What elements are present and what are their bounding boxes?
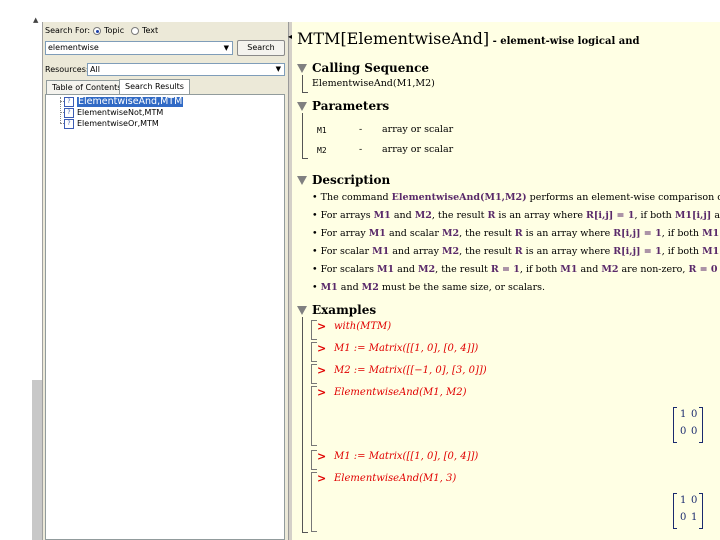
section-bracket	[302, 75, 308, 93]
calling-sequence: ElementwiseAnd(M1,M2)	[312, 78, 435, 89]
list-item[interactable]: ? ElementwiseAnd,MTM	[64, 97, 184, 107]
maple-input[interactable]: ElementwiseAnd(M1, 3)	[334, 473, 456, 484]
topic-radio[interactable]	[93, 27, 101, 35]
tab-table-of-contents[interactable]: Table of Contents	[46, 80, 128, 94]
maple-input[interactable]: ElementwiseAnd(M1, M2)	[334, 387, 467, 398]
resources-select[interactable]: All ▼	[87, 63, 285, 76]
collapse-triangle-icon[interactable]	[297, 176, 307, 185]
maple-prompt: >	[317, 342, 327, 355]
search-input[interactable]: elementwise ▼	[45, 41, 233, 55]
topic-radio-label[interactable]: Topic	[104, 26, 124, 35]
left-edge-strip: ▲	[0, 0, 42, 540]
tab-search-results[interactable]: Search Results	[119, 79, 190, 94]
list-item[interactable]: ? ElementwiseOr,MTM	[64, 119, 159, 129]
description-line: • For array M1 and scalar M2, the result…	[312, 228, 720, 239]
search-results-tree: ? ElementwiseAnd,MTM ? ElementwiseNot,MTM …	[45, 94, 285, 540]
param-dash: -	[359, 124, 363, 135]
maple-prompt: >	[317, 320, 327, 333]
text-radio[interactable]	[131, 27, 139, 35]
description-line: • For arrays M1 and M2, the result R is …	[312, 210, 720, 221]
search-for-label: Search For:	[45, 26, 91, 35]
param-desc: array or scalar	[382, 144, 454, 155]
help-page-icon: ?	[64, 108, 74, 118]
text-radio-label[interactable]: Text	[142, 26, 158, 35]
maple-prompt: >	[317, 364, 327, 377]
description-line: • For scalars M1 and M2, the result R = …	[312, 264, 718, 275]
collapse-triangle-icon[interactable]	[297, 64, 307, 73]
section-bracket	[302, 317, 308, 533]
list-item[interactable]: ? ElementwiseNot,MTM	[64, 108, 163, 118]
dropdown-arrow-icon[interactable]: ▼	[224, 42, 229, 54]
help-page-icon: ?	[64, 97, 74, 107]
description-line: • M1 and M2 must be the same size, or sc…	[312, 282, 546, 293]
maple-prompt: >	[317, 386, 327, 399]
matrix-output: 1 0 0 0	[673, 407, 703, 443]
param-dash: -	[359, 144, 363, 155]
param-name: M2	[317, 146, 327, 155]
description-line: • The command ElementwiseAnd(M1,M2) perf…	[312, 192, 720, 203]
resources-value: All	[90, 65, 100, 74]
left-scrollbar[interactable]	[32, 380, 42, 540]
help-document: MTM[ElementwiseAnd] - element-wise logic…	[292, 22, 720, 540]
param-name: M1	[317, 126, 327, 135]
section-heading-parameters: Parameters	[312, 99, 390, 113]
help-navigator: Search For: Topic Text elementwise ▼ Sea…	[42, 22, 289, 540]
maple-input[interactable]: M1 := Matrix([[1, 0], [0, 4]])	[334, 451, 478, 462]
collapse-triangle-icon[interactable]	[297, 102, 307, 111]
maple-prompt: >	[317, 472, 327, 485]
resources-label: Resources:	[45, 65, 89, 74]
section-heading-calling-sequence: Calling Sequence	[312, 61, 430, 75]
section-bracket	[302, 113, 308, 159]
scroll-up-arrow-icon[interactable]: ▲	[33, 16, 38, 24]
search-input-value: elementwise	[48, 43, 99, 52]
page-title: MTM[ElementwiseAnd] - element-wise logic…	[297, 29, 640, 48]
param-desc: array or scalar	[382, 124, 454, 135]
page-subtitle: - element-wise logical and	[489, 36, 640, 47]
section-heading-description: Description	[312, 173, 391, 187]
help-page-icon: ?	[64, 119, 74, 129]
dropdown-arrow-icon[interactable]: ▼	[276, 64, 281, 75]
maple-input[interactable]: M2 := Matrix([[−1, 0], [3, 0]])	[334, 365, 487, 376]
description-line: • For scalar M1 and array M2, the result…	[312, 246, 720, 257]
matrix-output: 1 0 0 1	[673, 493, 703, 529]
maple-input[interactable]: M1 := Matrix([[1, 0], [0, 4]])	[334, 343, 478, 354]
collapse-triangle-icon[interactable]	[297, 306, 307, 315]
maple-input[interactable]: with(MTM)	[334, 321, 391, 332]
maple-prompt: >	[317, 450, 327, 463]
section-heading-examples: Examples	[312, 303, 377, 317]
search-button[interactable]: Search	[237, 40, 285, 56]
